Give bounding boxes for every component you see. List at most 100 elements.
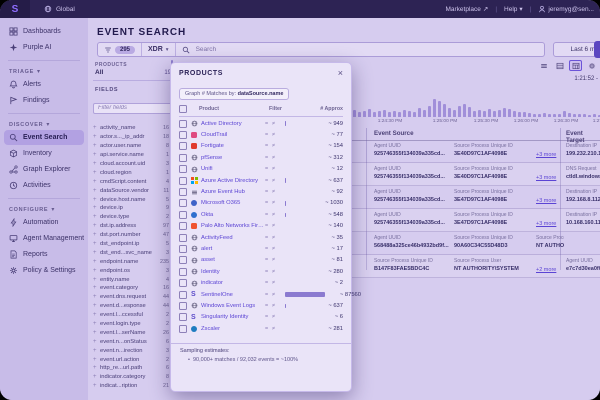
product-row-zscaler[interactable]: Zscaler=≠~ 281: [171, 323, 351, 334]
product-row-activityfeed[interactable]: ActivityFeed=≠~ 35: [171, 232, 351, 243]
product-name-link[interactable]: Active Directory: [201, 121, 265, 127]
sidebar-item-event-search[interactable]: Event Search: [4, 130, 84, 145]
field-item-dst-endpoint-ip[interactable]: +dst_endpoint.ip5: [93, 240, 173, 249]
field-item-dst-port-number[interactable]: +dst.port.number47: [93, 231, 173, 240]
field-item-event-l-ccessful[interactable]: +event.l...ccessful2: [93, 311, 173, 320]
event-row[interactable]: Agent UUID568488a325ce46b4932bd9f...Sour…: [352, 232, 600, 255]
filter-operators[interactable]: =≠: [265, 166, 285, 172]
search-input[interactable]: [194, 45, 538, 54]
event-row[interactable]: Agent UUID925746355f134039a335cd...Sourc…: [352, 163, 600, 186]
field-item-actor-s-ip-addr[interactable]: +actor.s..._ip_addr18: [93, 133, 173, 142]
product-name-link[interactable]: indicator: [201, 280, 265, 286]
checkbox[interactable]: [179, 325, 187, 333]
product-row-identity[interactable]: Identity=≠~ 280: [171, 266, 351, 277]
field-item-event-n-onstatus[interactable]: +event.n...onStatus6: [93, 337, 173, 346]
checkbox[interactable]: [179, 245, 187, 253]
filter-operators[interactable]: =≠: [265, 303, 285, 309]
checkbox[interactable]: [179, 188, 187, 196]
more-link[interactable]: +3 more: [536, 152, 556, 158]
checkbox[interactable]: [179, 120, 187, 128]
product-row-asset[interactable]: asset=≠~ 81: [171, 255, 351, 266]
product-name-link[interactable]: Azure Active Directory: [201, 178, 265, 184]
checkbox[interactable]: [179, 291, 187, 299]
filter-operators[interactable]: =≠: [265, 189, 285, 195]
product-name-link[interactable]: ActivityFeed: [201, 235, 265, 241]
filter-operators[interactable]: =≠: [265, 235, 285, 241]
more-link[interactable]: +3 more: [536, 221, 556, 227]
sentinelone-logo[interactable]: S: [0, 0, 30, 18]
user-menu[interactable]: jeremyg@sen...: [538, 5, 594, 13]
product-row-azure-event-hub[interactable]: Azure Event Hub=≠~ 92: [171, 186, 351, 197]
product-row-palo-alto-networks-firewall[interactable]: Palo Alto Networks Firewall=≠~ 140: [171, 221, 351, 232]
checkbox[interactable]: [179, 177, 187, 185]
product-name-link[interactable]: asset: [201, 257, 265, 263]
product-name-link[interactable]: pfSense: [201, 155, 265, 161]
field-item-activity-name[interactable]: +activity_name16: [93, 124, 173, 133]
product-row-cloudtrail[interactable]: CloudTrail=≠~ 77: [171, 129, 351, 140]
time-range-dropdown[interactable]: Last 6 minutes ▾: [553, 42, 600, 57]
checkbox[interactable]: [179, 256, 187, 264]
sidebar-item-policy-settings[interactable]: Policy & Settings: [4, 263, 84, 278]
product-name-link[interactable]: Zscaler: [201, 326, 265, 332]
field-item-event-category[interactable]: +event.category16: [93, 284, 173, 293]
field-item-api-service-name[interactable]: +api.service.name1: [93, 151, 173, 160]
product-name-link[interactable]: CloudTrail: [201, 132, 265, 138]
product-row-okta[interactable]: Okta=≠~ 548: [171, 209, 351, 220]
list-view-icon[interactable]: [537, 60, 550, 71]
product-name-link[interactable]: Azure Event Hub: [201, 189, 265, 195]
scope-selector[interactable]: Global: [44, 5, 75, 13]
product-name-link[interactable]: Palo Alto Networks Firewall: [201, 223, 265, 229]
sidebar-item-reports[interactable]: Reports: [4, 247, 84, 262]
field-item-device-type[interactable]: +device.type2: [93, 213, 173, 222]
filter-operators[interactable]: =≠: [265, 200, 285, 206]
field-item-event-n-irection[interactable]: +event.n...irection3: [93, 346, 173, 355]
product-row-azure-active-directory[interactable]: Azure Active Directory=≠~ 637: [171, 175, 351, 186]
filter-operators[interactable]: =≠: [265, 292, 285, 298]
sidebar-item-purple-ai[interactable]: Purple AI: [4, 40, 84, 55]
field-item-event-d-esponse[interactable]: +event.d...esponse44: [93, 302, 173, 311]
run-query-button[interactable]: [594, 41, 600, 58]
field-item-device-ip[interactable]: +device.ip9: [93, 204, 173, 213]
field-item-event-dns-request[interactable]: +event.dns.request44: [93, 293, 173, 302]
product-name-link[interactable]: SentinelOne: [201, 292, 265, 298]
field-item-indicator-category[interactable]: +indicator.category8: [93, 373, 173, 382]
checkbox[interactable]: [179, 234, 187, 242]
filter-operators[interactable]: =≠: [265, 155, 285, 161]
select-all-checkbox[interactable]: [179, 105, 187, 113]
product-name-link[interactable]: Windows Event Logs: [201, 303, 265, 309]
groupby-chip[interactable]: Graph # Matches by: dataSource.name: [179, 88, 289, 100]
field-item-dst-end-svc-name[interactable]: +dst_end...svc_name3: [93, 248, 173, 257]
checkbox[interactable]: [179, 279, 187, 287]
product-name-link[interactable]: Microsoft O365: [201, 200, 265, 206]
product-row-unifi[interactable]: Unifi=≠~ 12: [171, 164, 351, 175]
product-name-link[interactable]: Okta: [201, 212, 265, 218]
settings-icon[interactable]: [585, 60, 598, 71]
product-name-link[interactable]: Singularity Identity: [201, 314, 265, 320]
filter-operators[interactable]: =≠: [265, 223, 285, 229]
field-item-event-url-action[interactable]: +event.url.action2: [93, 355, 173, 364]
sidebar-item-activities[interactable]: Activities: [4, 178, 84, 193]
product-name-link[interactable]: Unifi: [201, 166, 265, 172]
filter-operators[interactable]: =≠: [265, 121, 285, 127]
product-row-indicator[interactable]: indicator=≠~ 2: [171, 277, 351, 288]
field-item-cloud-account-uid[interactable]: +cloud.account.uid3: [93, 160, 173, 169]
product-name-link[interactable]: Fortigate: [201, 143, 265, 149]
product-name-link[interactable]: alert: [201, 246, 265, 252]
filter-operators[interactable]: =≠: [265, 269, 285, 275]
sidebar-item-dashboards[interactable]: Dashboards: [4, 24, 84, 39]
products-summary[interactable]: PRODUCTS All 19: [93, 60, 173, 81]
product-row-active-directory[interactable]: Active Directory=≠~ 949: [171, 118, 351, 129]
field-item-endpoint-os[interactable]: +endpoint.os3: [93, 266, 173, 275]
field-item-indicat-ription[interactable]: +indicat...ription21: [93, 382, 173, 391]
field-item-indicat-etadata[interactable]: +indicat...etadata71: [93, 391, 173, 392]
filter-operators[interactable]: =≠: [265, 326, 285, 332]
sidebar-item-agent-management[interactable]: Agent Management: [4, 231, 84, 246]
filter-operators[interactable]: =≠: [265, 246, 285, 252]
product-row-microsoft-o365[interactable]: Microsoft O365=≠~ 1030: [171, 198, 351, 209]
more-link[interactable]: +3 more: [536, 175, 556, 181]
checkbox[interactable]: [179, 302, 187, 310]
product-row-singularity-identity[interactable]: SSingularity Identity=≠~ 6: [171, 312, 351, 323]
checkbox[interactable]: [179, 313, 187, 321]
field-item-cloud-region[interactable]: +cloud.region1: [93, 168, 173, 177]
filter-operators[interactable]: =≠: [265, 257, 285, 263]
